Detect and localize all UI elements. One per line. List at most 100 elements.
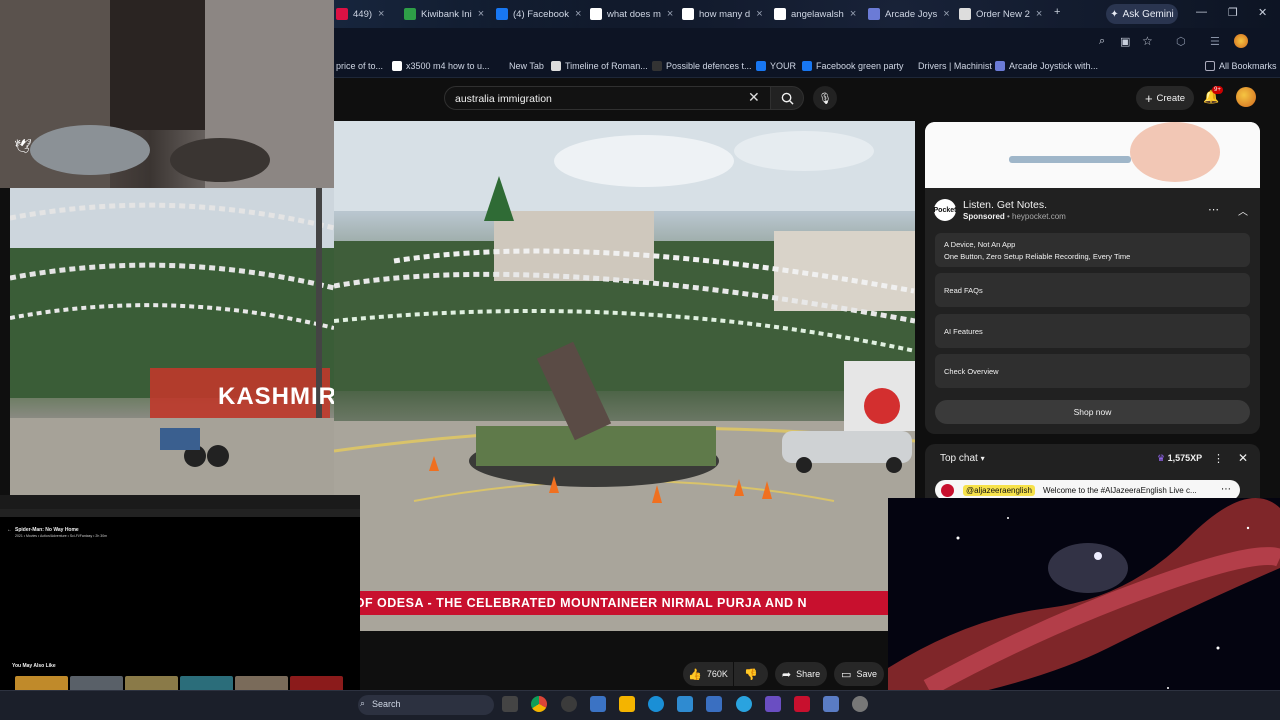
app-icon-3[interactable] xyxy=(765,696,781,712)
ad-option[interactable]: A Device, Not An App One Button, Zero Set… xyxy=(935,233,1250,267)
search-input[interactable]: australia immigration xyxy=(444,86,774,110)
store-icon[interactable] xyxy=(677,696,693,712)
ad-collapse-icon[interactable]: ︿ xyxy=(1238,203,1248,218)
shop-now-button[interactable]: Shop now xyxy=(935,400,1250,424)
tab-favicon-icon xyxy=(336,8,348,20)
chat-message[interactable]: @aljazeeraenglish Welcome to the #AlJaze… xyxy=(935,480,1240,500)
tab-close-icon[interactable]: × xyxy=(850,8,856,20)
bookmark-item[interactable]: x3500 m4 how to u... xyxy=(392,61,490,71)
close-window-button[interactable]: ✕ xyxy=(1258,6,1267,19)
zoom-icon[interactable]: ⌕ xyxy=(1099,35,1105,48)
top-chat-dropdown[interactable]: Top chat ▾ xyxy=(940,453,985,464)
browser-tab[interactable]: (4) Facebook × xyxy=(496,3,598,25)
ad-title[interactable]: Listen. Get Notes. xyxy=(963,199,1047,211)
cast-icon[interactable]: ▣ xyxy=(1120,35,1130,48)
share-button[interactable]: ➦ Share xyxy=(775,662,827,686)
browser-tab[interactable]: Arcade Joys × xyxy=(868,3,968,25)
tab-close-icon[interactable]: × xyxy=(478,8,484,20)
video-player[interactable] xyxy=(334,121,915,631)
tab-close-icon[interactable]: × xyxy=(378,8,384,20)
browser-tab[interactable]: Order New 2 × xyxy=(959,3,1061,25)
notifications-badge: 9+ xyxy=(1212,86,1223,94)
chrome-icon[interactable] xyxy=(531,696,547,712)
bookmark-item[interactable]: YOUR xyxy=(756,61,796,71)
ad-option-title: AI Features xyxy=(944,326,983,336)
task-view-icon[interactable] xyxy=(502,696,518,712)
tab-label: Kiwibank Ini xyxy=(421,8,472,20)
outlook-icon[interactable] xyxy=(706,696,722,712)
recommend-rail-title: You May Also Like xyxy=(12,663,56,669)
browser-tab[interactable]: angelawalsh × xyxy=(774,3,876,25)
extensions-icon[interactable]: ⬡ xyxy=(1176,35,1186,48)
advertiser-logo[interactable]: Pocket xyxy=(934,199,956,221)
dislike-button[interactable]: 👎 xyxy=(734,662,768,686)
all-bookmarks-label: All Bookmarks xyxy=(1219,61,1277,71)
taskbar-search-input[interactable]: ⌕ Search xyxy=(358,695,494,715)
bookmark-item[interactable]: Facebook green party xyxy=(802,61,904,71)
telegram-icon[interactable] xyxy=(736,696,752,712)
bookmark-item[interactable]: Drivers | Machinist xyxy=(918,61,992,71)
browser-tab[interactable]: Kiwibank Ini × xyxy=(404,3,504,25)
chat-author-avatar xyxy=(941,484,954,497)
tab-close-icon[interactable]: × xyxy=(943,8,949,20)
xp-badge[interactable]: ♛ 1,575XP xyxy=(1157,453,1202,464)
ad-option-title: Check Overview xyxy=(944,366,999,376)
tab-close-icon[interactable]: × xyxy=(575,8,581,20)
app-icon-1[interactable] xyxy=(561,696,577,712)
bookmark-item[interactable]: Possible defences t... xyxy=(652,61,752,71)
bookmark-item[interactable]: New Tab xyxy=(509,61,544,71)
browser-tab[interactable]: 449) × xyxy=(336,3,408,25)
chat-message-more-icon[interactable]: ⋯ xyxy=(1221,484,1231,495)
new-tab-button[interactable]: + xyxy=(1054,6,1060,18)
bookmark-favicon-icon xyxy=(802,61,812,71)
like-count: 760K xyxy=(706,669,728,679)
voice-search-button[interactable]: 🎙 xyxy=(813,86,837,110)
app-icon-2[interactable] xyxy=(590,696,606,712)
edge-icon[interactable] xyxy=(648,696,664,712)
back-arrow-icon[interactable]: ← xyxy=(7,527,12,533)
room-scene xyxy=(0,0,334,188)
tab-favicon-icon xyxy=(774,8,786,20)
minimize-button[interactable]: — xyxy=(1196,6,1207,18)
ask-gemini-button[interactable]: ✦ Ask Gemini xyxy=(1106,4,1178,24)
taskbar-search-placeholder: Search xyxy=(372,699,401,709)
bookmark-item[interactable]: price of to... xyxy=(336,61,383,71)
ad-option[interactable]: Check Overview xyxy=(935,354,1250,388)
browser-tab[interactable]: what does m × xyxy=(590,3,692,25)
ad-option-title: A Device, Not An App xyxy=(944,239,1016,249)
ad-option[interactable]: AI Features xyxy=(935,314,1250,348)
browser-tab[interactable]: how many d × xyxy=(682,3,784,25)
ticker-text: TY OF ODESA - THE CELEBRATED MOUNTAINEER… xyxy=(334,596,808,610)
ad-banner-image[interactable] xyxy=(925,122,1260,188)
tab-label: 449) xyxy=(353,8,373,20)
settings-icon[interactable] xyxy=(852,696,868,712)
bookmark-item[interactable]: Timeline of Roman... xyxy=(551,61,648,71)
save-button[interactable]: ▭ Save xyxy=(834,662,884,686)
chat-more-icon[interactable]: ⋮ xyxy=(1213,452,1224,465)
like-button[interactable]: 👍 760K xyxy=(683,662,733,686)
file-explorer-icon[interactable] xyxy=(619,696,635,712)
all-bookmarks-button[interactable]: All Bookmarks xyxy=(1205,61,1277,71)
account-avatar[interactable] xyxy=(1236,87,1256,107)
search-button[interactable] xyxy=(770,86,804,110)
bookmark-star-icon[interactable]: ☆ xyxy=(1142,34,1153,48)
bookmark-label: New Tab xyxy=(509,61,544,71)
ad-more-options-icon[interactable]: ⋯ xyxy=(1208,203,1219,216)
bookmark-item[interactable]: Arcade Joystick with... xyxy=(995,61,1098,71)
tab-close-icon[interactable]: × xyxy=(1036,8,1042,20)
restore-button[interactable]: ❐ xyxy=(1228,6,1238,19)
clear-search-icon[interactable]: ✕ xyxy=(748,89,760,106)
ad-sponsor-line: Sponsored • heypocket.com xyxy=(963,212,1066,221)
ask-gemini-label: Ask Gemini xyxy=(1122,8,1174,20)
bookmark-label: price of to... xyxy=(336,61,384,71)
microphone-icon: 🎙 xyxy=(818,92,832,105)
ad-option[interactable]: Read FAQs xyxy=(935,273,1250,307)
create-button[interactable]: + Create xyxy=(1136,86,1194,110)
chat-close-icon[interactable]: ✕ xyxy=(1238,451,1248,465)
profile-avatar[interactable] xyxy=(1234,34,1248,48)
reading-list-icon[interactable]: ☰ xyxy=(1210,35,1220,48)
tab-close-icon[interactable]: × xyxy=(667,8,673,20)
tab-close-icon[interactable]: × xyxy=(756,8,762,20)
app-icon-5[interactable] xyxy=(823,696,839,712)
app-icon-4[interactable] xyxy=(794,696,810,712)
